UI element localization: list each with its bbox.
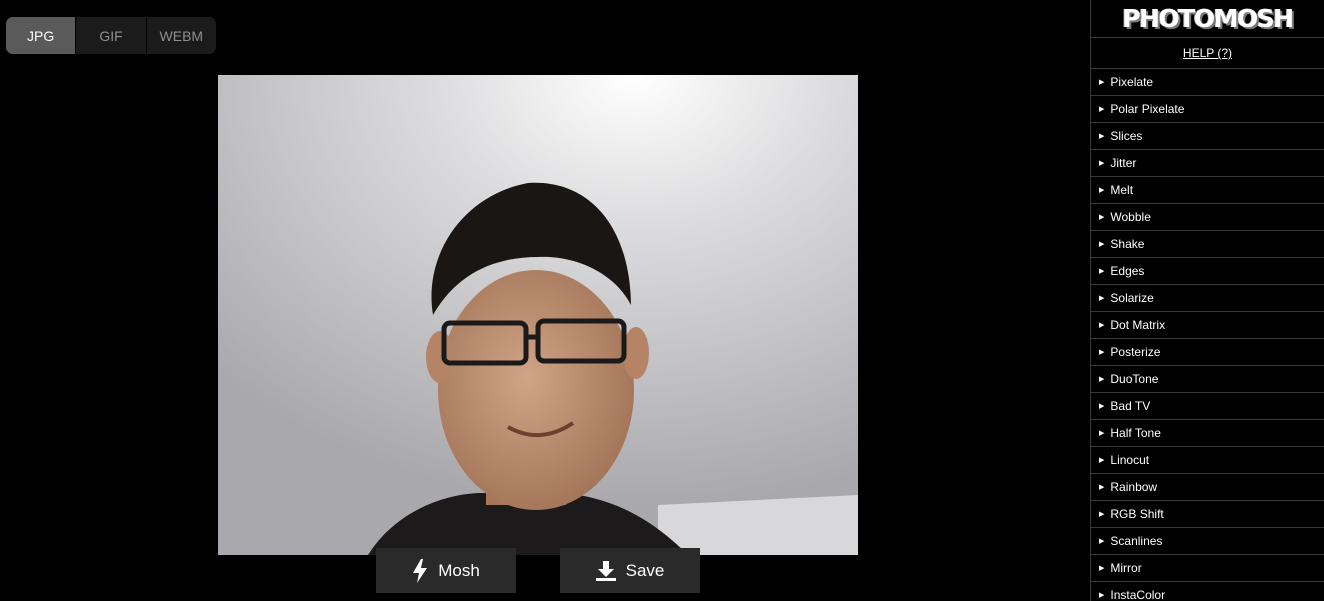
caret-right-icon: ▶: [1099, 241, 1105, 248]
webcam-preview: [218, 75, 858, 555]
caret-right-icon: ▶: [1099, 511, 1105, 518]
effect-label: InstaColor: [1110, 588, 1166, 601]
download-icon: [595, 560, 616, 581]
caret-right-icon: ▶: [1099, 484, 1105, 491]
effect-label: Solarize: [1110, 291, 1154, 305]
effect-instacolor[interactable]: ▶ InstaColor: [1091, 582, 1324, 601]
caret-right-icon: ▶: [1099, 214, 1105, 221]
effect-slices[interactable]: ▶ Slices: [1091, 123, 1324, 150]
caret-right-icon: ▶: [1099, 565, 1105, 572]
effect-bad-tv[interactable]: ▶ Bad TV: [1091, 393, 1324, 420]
effect-duotone[interactable]: ▶ DuoTone: [1091, 366, 1324, 393]
effect-label: Wobble: [1110, 210, 1151, 224]
help-row: HELP (?): [1091, 38, 1324, 69]
effect-dot-matrix[interactable]: ▶ Dot Matrix: [1091, 312, 1324, 339]
effect-label: Slices: [1110, 129, 1143, 143]
effect-rainbow[interactable]: ▶ Rainbow: [1091, 474, 1324, 501]
help-link[interactable]: HELP (?): [1183, 46, 1232, 60]
effects-list: ▶ Pixelate ▶ Polar Pixelate ▶ Slices ▶ Jitte…: [1091, 69, 1324, 601]
effect-rgb-shift[interactable]: ▶ RGB Shift: [1091, 501, 1324, 528]
save-label: Save: [625, 560, 665, 580]
effect-solarize[interactable]: ▶ Solarize: [1091, 285, 1324, 312]
effect-posterize[interactable]: ▶ Posterize: [1091, 339, 1324, 366]
caret-right-icon: ▶: [1099, 349, 1105, 356]
tab-gif[interactable]: GIF: [75, 17, 145, 54]
mosh-button[interactable]: Mosh: [376, 548, 516, 593]
caret-right-icon: ▶: [1099, 457, 1105, 464]
effect-label: DuoTone: [1110, 372, 1159, 386]
effect-jitter[interactable]: ▶ Jitter: [1091, 150, 1324, 177]
effect-label: Scanlines: [1110, 534, 1163, 548]
caret-right-icon: ▶: [1099, 538, 1105, 545]
tab-webm[interactable]: WEBM: [145, 17, 216, 54]
caret-right-icon: ▶: [1099, 79, 1105, 86]
effect-linocut[interactable]: ▶ Linocut: [1091, 447, 1324, 474]
effects-sidebar: PHOTOMOSH HELP (?) ▶ Pixelate ▶ Polar Pixe…: [1090, 0, 1324, 601]
caret-right-icon: ▶: [1099, 403, 1105, 410]
mosh-label: Mosh: [438, 560, 480, 580]
effect-label: Polar Pixelate: [1110, 102, 1185, 116]
caret-right-icon: ▶: [1099, 376, 1105, 383]
caret-right-icon: ▶: [1099, 322, 1105, 329]
tab-jpg[interactable]: JPG: [6, 17, 76, 54]
effect-label: Posterize: [1110, 345, 1161, 359]
effect-label: Melt: [1110, 183, 1134, 197]
caret-right-icon: ▶: [1099, 160, 1105, 167]
effect-label: Shake: [1110, 237, 1145, 251]
effect-pixelate[interactable]: ▶ Pixelate: [1091, 69, 1324, 96]
effect-label: Edges: [1110, 264, 1145, 278]
caret-right-icon: ▶: [1099, 430, 1105, 437]
effect-wobble[interactable]: ▶ Wobble: [1091, 204, 1324, 231]
lightning-icon: [413, 558, 428, 583]
effect-shake[interactable]: ▶ Shake: [1091, 231, 1324, 258]
effect-half-tone[interactable]: ▶ Half Tone: [1091, 420, 1324, 447]
caret-right-icon: ▶: [1099, 295, 1105, 302]
caret-right-icon: ▶: [1099, 106, 1105, 113]
effect-label: Bad TV: [1110, 399, 1151, 413]
effect-label: Pixelate: [1110, 75, 1154, 89]
app: JPG GIF WEBM Mosh Save PHOTOMOSH HELP (?…: [0, 0, 1324, 601]
effect-label: Dot Matrix: [1110, 318, 1166, 332]
effect-label: Mirror: [1110, 561, 1142, 575]
effect-polar-pixelate[interactable]: ▶ Polar Pixelate: [1091, 96, 1324, 123]
effect-label: Half Tone: [1110, 426, 1161, 440]
webcam-image: [218, 75, 858, 555]
effect-scanlines[interactable]: ▶ Scanlines: [1091, 528, 1324, 555]
format-tabs: JPG GIF WEBM: [6, 17, 216, 54]
effect-label: Rainbow: [1110, 480, 1158, 494]
effect-mirror[interactable]: ▶ Mirror: [1091, 555, 1324, 582]
logo: PHOTOMOSH: [1091, 0, 1324, 38]
caret-right-icon: ▶: [1099, 133, 1105, 140]
caret-right-icon: ▶: [1099, 592, 1105, 599]
caret-right-icon: ▶: [1099, 268, 1105, 275]
effect-edges[interactable]: ▶ Edges: [1091, 258, 1324, 285]
effect-label: Jitter: [1110, 156, 1137, 170]
effect-melt[interactable]: ▶ Melt: [1091, 177, 1324, 204]
effect-label: RGB Shift: [1110, 507, 1164, 521]
effect-label: Linocut: [1110, 453, 1150, 467]
caret-right-icon: ▶: [1099, 187, 1105, 194]
save-button[interactable]: Save: [560, 548, 700, 593]
logo-text: PHOTOMOSH: [1122, 4, 1294, 33]
